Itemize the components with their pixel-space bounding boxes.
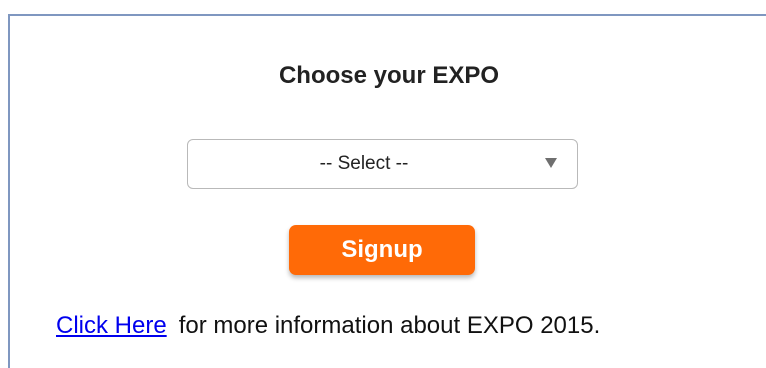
click-here-link[interactable]: Click Here [56,312,167,339]
dropdown-arrow-icon [545,158,557,168]
info-text: for more information about EXPO 2015. [178,312,601,339]
select-current-value: -- Select -- [319,153,409,174]
expo-panel: Choose your EXPO -- Select -- Signup Cli… [8,14,766,368]
info-line: Click Here for more information about EXP… [56,312,600,340]
expo-select[interactable]: -- Select -- [187,139,578,189]
page-title: Choose your EXPO [278,62,500,89]
signup-button[interactable]: Signup [289,225,475,275]
